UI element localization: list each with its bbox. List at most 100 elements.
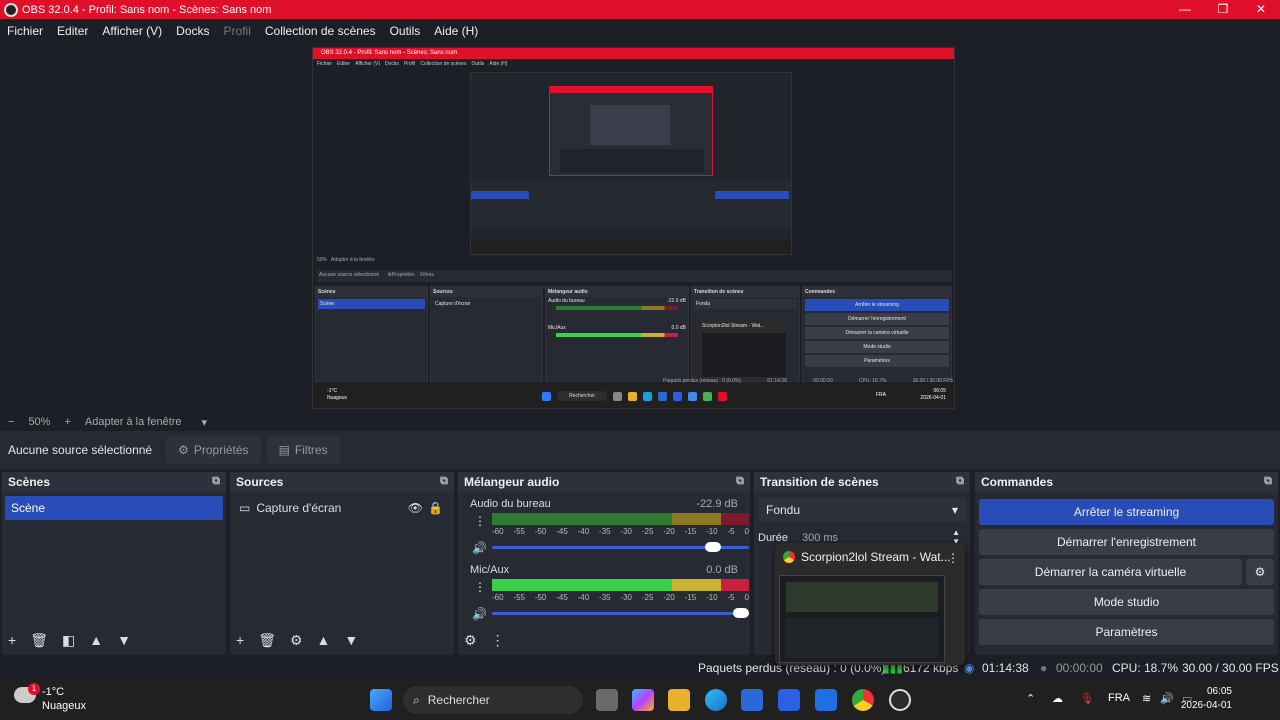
- menu-fichier[interactable]: Fichier: [7, 24, 43, 38]
- speaker-icon[interactable]: 🔊: [472, 607, 487, 621]
- stop-streaming-button[interactable]: Arrêter le streaming: [979, 499, 1274, 525]
- menu-outils[interactable]: Outils: [390, 24, 421, 38]
- source-item[interactable]: ▭ Capture d'écran 👁 🔒: [233, 496, 451, 520]
- kebab-icon[interactable]: ⋮: [491, 632, 505, 649]
- record-icon: ●: [1040, 661, 1048, 675]
- source-label: Capture d'écran: [256, 501, 342, 515]
- source-settings-button[interactable]: ⚙: [290, 632, 303, 649]
- menu-editer[interactable]: Editer: [57, 24, 88, 38]
- chrome-icon[interactable]: [852, 689, 874, 711]
- zoom-out-button[interactable]: −: [8, 416, 14, 428]
- taskbar-search[interactable]: ⌕ Rechercher: [403, 686, 583, 714]
- properties-label: Propriétés: [193, 443, 249, 457]
- scene-filter-button[interactable]: ◧: [62, 632, 75, 649]
- volume-slider[interactable]: [492, 608, 749, 618]
- obs-icon[interactable]: [889, 689, 911, 711]
- menu-docks[interactable]: Docks: [176, 24, 209, 38]
- temperature: -1°C: [42, 686, 65, 698]
- kebab-icon[interactable]: ⋮: [474, 580, 486, 594]
- wifi-icon[interactable]: ≋: [1142, 692, 1151, 705]
- maximize-button[interactable]: ❐: [1204, 0, 1242, 19]
- language-indicator[interactable]: FRA: [1108, 692, 1130, 704]
- preview-canvas[interactable]: OBS 32.0.4 - Profil: Sans nom - Scènes: …: [0, 43, 1280, 413]
- filters-label: Filtres: [294, 443, 328, 457]
- zoom-bar: − 50% + Adapter à la fenêtre ▾: [0, 413, 1280, 431]
- nested-preview: [470, 72, 792, 255]
- mixer-settings-icon[interactable]: ⚙: [464, 632, 477, 649]
- mixer-footer: ⚙ ⋮: [458, 625, 750, 655]
- eye-icon[interactable]: 👁: [408, 501, 423, 515]
- window-thumbnail[interactable]: [779, 575, 945, 663]
- settings-button[interactable]: Paramètres: [979, 619, 1274, 645]
- start-virtual-camera-button[interactable]: Démarrer la caméra virtuelle: [979, 559, 1242, 585]
- move-up-button[interactable]: ▲: [89, 632, 103, 648]
- delete-scene-button[interactable]: 🗑: [30, 632, 48, 649]
- scene-item[interactable]: Scène: [5, 496, 223, 520]
- studio-mode-button[interactable]: Mode studio: [979, 589, 1274, 615]
- system-clock[interactable]: 06:05 2026-04-01: [1181, 685, 1232, 713]
- mixer-track-mic: Mic/Aux 0.0 dB ⋮ -60 -55 -50 -45 -40 -35 -30 -2…: [464, 562, 749, 628]
- nested-title: OBS 32.0.4 - Profil: Sans nom - Scènes: …: [313, 48, 954, 59]
- add-scene-button[interactable]: +: [8, 632, 16, 648]
- kebab-icon[interactable]: ⋮: [947, 551, 959, 565]
- move-down-button[interactable]: ▼: [344, 632, 358, 648]
- popout-icon[interactable]: ⧉: [956, 475, 964, 488]
- lock-icon[interactable]: 🔒: [428, 501, 443, 515]
- menu-profil[interactable]: Profil: [224, 24, 251, 38]
- chevron-down-icon[interactable]: ▾: [202, 416, 208, 429]
- obs-logo-icon: [4, 2, 18, 17]
- file-explorer-icon[interactable]: [668, 689, 690, 711]
- track-name: Mic/Aux: [470, 564, 510, 576]
- onedrive-icon[interactable]: ☁: [1052, 692, 1063, 705]
- monitor-icon: ▭: [239, 501, 251, 515]
- windows-start-icon[interactable]: [370, 689, 392, 711]
- move-up-button[interactable]: ▲: [317, 632, 331, 648]
- taskbar-preview-popup[interactable]: Scorpion2lol Stream - Wat... ⋮: [775, 543, 965, 665]
- mixer-dock: Mélangeur audio ⧉ Audio du bureau -22.9 …: [458, 472, 750, 655]
- status-bar: Paquets perdus (réseau) : 0 (0.0%) ▮▮▮ 6…: [0, 657, 1280, 679]
- popout-icon[interactable]: ⧉: [212, 475, 220, 488]
- minimize-button[interactable]: —: [1166, 0, 1204, 19]
- close-button[interactable]: ✕: [1242, 0, 1280, 19]
- nested-menu: Fichier Editer Afficher (V) Docks Profil Coll…: [317, 61, 508, 67]
- store-icon[interactable]: [741, 689, 763, 711]
- delete-source-button[interactable]: 🗑: [258, 632, 276, 649]
- volume-icon[interactable]: 🔊: [1160, 692, 1174, 705]
- popout-icon[interactable]: ⧉: [1264, 475, 1272, 488]
- start-recording-button[interactable]: Démarrer l'enregistrement: [979, 529, 1274, 555]
- move-down-button[interactable]: ▼: [117, 632, 131, 648]
- fit-select[interactable]: Adapter à la fenêtre: [85, 416, 182, 428]
- volume-knob[interactable]: [733, 608, 749, 618]
- speaker-icon[interactable]: 🔊: [472, 541, 487, 555]
- weather-widget[interactable]: 1 -1°C Nuageux: [14, 683, 87, 713]
- zoom-in-button[interactable]: +: [64, 416, 70, 428]
- filters-button[interactable]: ▤ Filtres: [266, 436, 340, 464]
- track-db: 0.0 dB: [706, 564, 738, 576]
- transition-header: Transition de scènes ⧉: [754, 472, 970, 492]
- audio-meter: [492, 579, 749, 591]
- volume-knob[interactable]: [704, 542, 721, 552]
- microphone-icon[interactable]: 🎙: [1080, 692, 1094, 705]
- chevron-up-icon[interactable]: ⌃: [1026, 692, 1035, 705]
- transition-select[interactable]: Fondu ▾: [758, 498, 966, 522]
- weather-text: Nuageux: [42, 700, 87, 712]
- menu-aide[interactable]: Aide (H): [434, 24, 478, 38]
- dropbox-icon[interactable]: [815, 689, 837, 711]
- task-view-icon[interactable]: [596, 689, 618, 711]
- copilot-icon[interactable]: [632, 689, 654, 711]
- edge-icon[interactable]: [705, 689, 727, 711]
- scenes-dock: Scènes ⧉ Scène + 🗑 ◧ ▲ ▼: [2, 472, 226, 655]
- nested-inner-capture: [549, 86, 713, 176]
- kebab-icon[interactable]: ⋮: [474, 514, 486, 528]
- menu-collection[interactable]: Collection de scènes: [265, 24, 376, 38]
- b-app-icon[interactable]: [778, 689, 800, 711]
- volume-slider[interactable]: [492, 542, 749, 552]
- properties-button[interactable]: ⚙ Propriétés: [166, 436, 261, 464]
- chevron-down-icon: ▾: [951, 503, 958, 517]
- popout-icon[interactable]: ⧉: [440, 475, 448, 488]
- popout-icon[interactable]: ⧉: [736, 475, 744, 488]
- clock-time: 06:05: [1206, 686, 1232, 697]
- vcam-settings-button[interactable]: ⚙: [1246, 559, 1274, 585]
- menu-afficher[interactable]: Afficher (V): [102, 24, 162, 38]
- add-source-button[interactable]: +: [236, 632, 244, 648]
